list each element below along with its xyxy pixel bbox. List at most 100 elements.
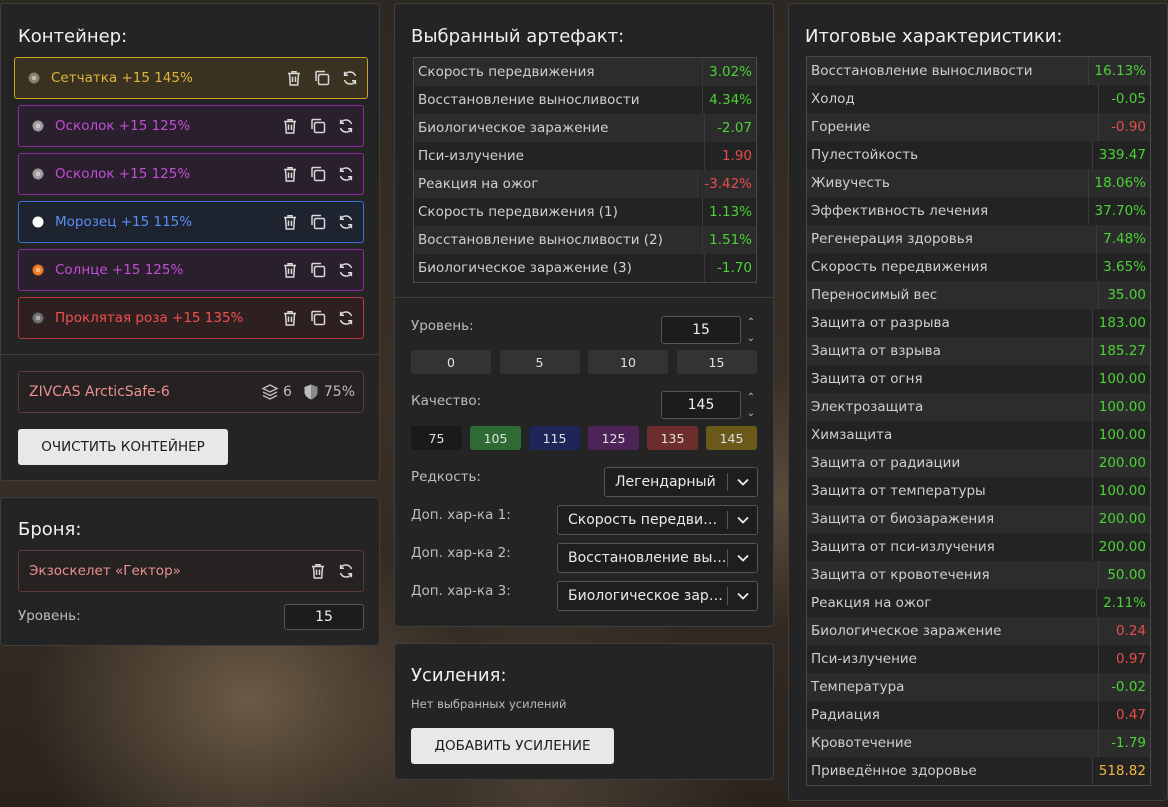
stat-name: Живучесть [811,175,890,191]
copy-icon[interactable] [309,261,327,279]
chevron-down-icon [727,587,757,605]
stat-row: Регенерация здоровья 7.48% [807,225,1150,253]
refresh-icon[interactable] [337,309,355,327]
stat-name: Скорость передвижения [418,64,595,80]
copy-icon[interactable] [313,69,331,87]
quality-preset-chip[interactable]: 75 [411,426,462,450]
stat-value: 185.27 [1091,337,1146,365]
extra3-select[interactable]: Биологическое заражение [557,581,758,611]
stat-name: Холод [811,91,855,107]
armor-item[interactable]: Экзоскелет «Гектор» [18,550,364,592]
trash-icon[interactable] [281,165,299,183]
stat-row: Биологическое заражение (3) -1.70 [414,254,756,282]
trash-icon[interactable] [281,213,299,231]
trash-icon[interactable] [281,309,299,327]
artifact-name: Осколок +15 125% [55,118,191,134]
add-boost-button[interactable]: ДОБАВИТЬ УСИЛЕНИЕ [411,728,614,764]
trash-icon[interactable] [281,117,299,135]
stat-row: Защита от взрыва 185.27 [807,337,1150,365]
case-name: ZIVCAS ArcticSafe-6 [29,384,170,400]
stat-row: Переносимый вес 35.00 [807,281,1150,309]
stat-name: Защита от радиации [811,455,961,471]
refresh-icon[interactable] [337,117,355,135]
stat-row: Скорость передвижения 3.02% [414,58,756,86]
stat-value: -0.90 [1098,113,1146,141]
extra2-select[interactable]: Восстановление выносливости [557,543,758,573]
layers-icon [261,383,279,401]
chevron-down-icon [727,549,757,567]
refresh-icon[interactable] [337,261,355,279]
stat-name: Кровотечение [811,735,912,751]
extra2-label: Доп. хар-ка 2: [411,545,511,561]
stat-value: 0.97 [1098,645,1146,673]
trash-icon[interactable] [281,261,299,279]
copy-icon[interactable] [309,309,327,327]
chevron-up-icon[interactable]: ⌃ [747,317,755,329]
armor-level-input[interactable]: 15 [284,604,364,630]
copy-icon[interactable] [309,117,327,135]
rarity-value: Легендарный [615,474,716,490]
stat-name: Восстановление выносливости [418,92,640,108]
stat-value: 3.65% [1096,253,1146,281]
level-preset-chip[interactable]: 15 [676,350,757,374]
container-case[interactable]: ZIVCAS ArcticSafe-6 6 75% [18,371,364,413]
trash-icon[interactable] [285,69,303,87]
stat-value: 100.00 [1091,365,1146,393]
quality-stepper[interactable]: ⌃ ⌄ [744,392,758,420]
extra1-select[interactable]: Скорость передвижения [557,505,758,535]
stat-name: Температура [811,679,905,695]
level-preset-chip[interactable]: 10 [588,350,668,374]
quality-preset-chip[interactable]: 125 [588,426,639,450]
stat-row: Защита от биозаражения 200.00 [807,505,1150,533]
chevron-up-icon[interactable]: ⌃ [747,392,755,404]
refresh-icon[interactable] [337,165,355,183]
trash-icon[interactable] [309,562,327,580]
quality-preset-chip[interactable]: 105 [470,426,521,450]
clear-container-button[interactable]: ОЧИСТИТЬ КОНТЕЙНЕР [18,429,228,465]
artifact-row[interactable]: Осколок +15 125% [18,105,364,147]
chevron-down-icon [727,473,757,491]
quality-preset-chip[interactable]: 135 [647,426,698,450]
artifact-icon [25,69,43,87]
chevron-down-icon[interactable]: ⌄ [747,333,755,345]
stat-value: 200.00 [1091,449,1146,477]
stat-name: Защита от огня [811,371,923,387]
artifact-row[interactable]: Морозец +15 115% [18,201,364,243]
armor-panel: Броня: Экзоскелет «Гектор» Уровень: 15 [0,497,380,646]
artifact-row[interactable]: Сетчатка +15 145% [14,57,368,99]
stat-row: Восстановление выносливости 16.13% [807,57,1150,85]
stat-value: -1.79 [1098,729,1146,757]
case-protection: 75% [323,384,355,400]
artifact-row[interactable]: Осколок +15 125% [18,153,364,195]
level-input[interactable]: 15 [661,316,741,344]
copy-icon[interactable] [309,213,327,231]
stat-row: Реакция на ожог 2.11% [807,589,1150,617]
stat-value: 0.47 [1098,701,1146,729]
stat-value: 3.02% [702,58,752,86]
refresh-icon[interactable] [337,213,355,231]
stat-name: Биологическое заражение [418,120,609,136]
stat-name: Защита от температуры [811,483,986,499]
rarity-select[interactable]: Легендарный [604,467,758,497]
stat-name: Химзащита [811,427,893,443]
copy-icon[interactable] [309,165,327,183]
refresh-icon[interactable] [341,69,359,87]
stat-row: Приведённое здоровье 518.82 [807,757,1150,785]
artifact-row[interactable]: Проклятая роза +15 135% [18,297,364,339]
artifact-row[interactable]: Солнце +15 125% [18,249,364,291]
quality-input[interactable]: 145 [661,391,741,419]
artifact-name: Проклятая роза +15 135% [55,310,244,326]
stat-value: -1.70 [704,254,752,282]
case-slots: 6 [282,384,292,400]
quality-preset-chip[interactable]: 115 [529,426,580,450]
chevron-down-icon[interactable]: ⌄ [747,408,755,420]
refresh-icon[interactable] [337,562,355,580]
boosts-title: Усиления: [411,665,507,686]
artifact-name: Солнце +15 125% [55,262,184,278]
level-stepper[interactable]: ⌃ ⌄ [744,317,758,345]
level-preset-chip[interactable]: 0 [411,350,491,374]
level-preset-chip[interactable]: 5 [499,350,580,374]
stat-row: Защита от кровотечения 50.00 [807,561,1150,589]
selected-artifact-panel: Выбранный артефакт: Скорость передвижени… [394,3,774,627]
quality-preset-chip[interactable]: 145 [706,426,757,450]
